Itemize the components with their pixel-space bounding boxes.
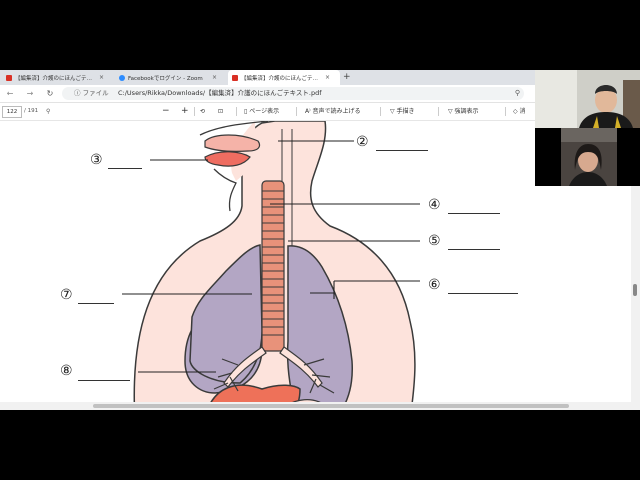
toolbar-divider — [380, 107, 381, 116]
highlight-label: 強調表示 — [454, 108, 479, 115]
participant-2-image — [535, 128, 640, 186]
tab-close-icon[interactable]: × — [212, 74, 217, 81]
draw-label: 手描き — [396, 108, 415, 115]
chin-line — [213, 168, 237, 212]
answer-blank-4 — [448, 213, 500, 214]
answer-blank-5 — [448, 249, 500, 250]
toolbar-divider — [438, 107, 439, 116]
address-bar-row: ← → ↻ ⓘ ファイル C:/Users/Rikka/Downloads/【編… — [0, 85, 535, 103]
pdf-toolbar: 122 / 191 ⚲ − + ⟲ ⊡ ▯ ページ表示 A⁾ 音声で読み上げる … — [0, 103, 535, 121]
zoom-in-button[interactable]: + — [181, 106, 189, 117]
label-2: ② — [356, 134, 369, 150]
page-view-button[interactable]: ▯ ページ表示 — [244, 106, 279, 117]
info-icon[interactable]: ⓘ ファイル — [74, 87, 109, 100]
respiratory-system-illustration — [122, 121, 420, 402]
label-6: ⑥ — [428, 277, 441, 293]
answer-blank-7 — [78, 303, 114, 304]
pdf-icon — [6, 74, 12, 81]
page-view-label: ページ表示 — [249, 108, 280, 115]
zoom-magnifier-icon[interactable]: ⚲ — [515, 87, 520, 100]
tab-title: 【編集済】介護のにほんごテキスト.pdf — [241, 75, 323, 82]
label-3: ③ — [90, 152, 103, 168]
label-7: ⑦ — [60, 287, 73, 303]
browser-tab-zoom[interactable]: Facebookでログイン - Zoom × — [115, 70, 227, 85]
browser-tab-pdf-1[interactable]: 【編集済】介護のにほんごテキスト.pdf × — [2, 70, 114, 85]
draw-button[interactable]: ▽ 手描き — [390, 106, 415, 117]
url-text: C:/Users/Rikka/Downloads/【編集済】介護のにほんごテキス… — [118, 89, 322, 97]
rotate-icon[interactable]: ⊡ — [218, 106, 223, 117]
toolbar-divider — [194, 107, 195, 116]
tab-close-icon[interactable]: × — [99, 74, 104, 81]
pdf-document-page[interactable]: ② ③ ④ ⑤ ⑥ ⑦ ⑧ — [0, 121, 535, 402]
back-arrow-icon[interactable]: ← — [4, 87, 16, 100]
toolbar-divider — [236, 107, 237, 116]
forward-arrow-icon[interactable]: → — [24, 87, 36, 100]
reload-icon[interactable]: ↻ — [44, 87, 56, 100]
address-input[interactable]: ⓘ ファイル C:/Users/Rikka/Downloads/【編集済】介護の… — [62, 87, 524, 100]
screen: 【編集済】介護のにほんごテキスト.pdf × Facebookでログイン - Z… — [0, 70, 640, 410]
answer-blank-3 — [108, 168, 142, 169]
horizontal-scrollbar[interactable] — [0, 402, 631, 410]
fit-page-icon[interactable]: ⟲ — [200, 106, 205, 117]
toolbar-divider — [296, 107, 297, 116]
answer-blank-8 — [78, 380, 130, 381]
tab-close-icon[interactable]: × — [325, 74, 330, 81]
zoom-icon — [119, 74, 125, 81]
scheme-label: ファイル — [82, 89, 109, 97]
pdf-icon — [232, 74, 238, 81]
erase-button[interactable]: ◇ 消 — [513, 106, 526, 117]
participant-video-teacher[interactable] — [535, 70, 640, 128]
vertical-scroll-thumb[interactable] — [633, 284, 637, 296]
browser-tab-strip: 【編集済】介護のにほんごテキスト.pdf × Facebookでログイン - Z… — [0, 70, 535, 85]
horizontal-scroll-thumb[interactable] — [93, 404, 569, 408]
erase-label: 消 — [519, 108, 526, 115]
answer-blank-6 — [448, 293, 518, 294]
zoom-out-button[interactable]: − — [162, 106, 170, 117]
toolbar-divider — [505, 107, 506, 116]
new-tab-button[interactable]: + — [343, 70, 351, 85]
label-8: ⑧ — [60, 363, 73, 379]
read-aloud-label: 音声で読み上げる — [312, 108, 361, 115]
search-icon[interactable]: ⚲ — [46, 106, 50, 117]
page-total: / 191 — [24, 108, 39, 114]
tab-title: Facebookでログイン - Zoom — [128, 75, 203, 82]
read-aloud-button[interactable]: A⁾ 音声で読み上げる — [305, 106, 361, 117]
participant-video-student[interactable] — [535, 128, 640, 186]
participant-1-image — [535, 70, 640, 128]
browser-tab-pdf-active[interactable]: 【編集済】介護のにほんごテキスト.pdf × — [228, 70, 340, 85]
highlight-button[interactable]: ▽ 強調表示 — [448, 106, 479, 117]
tab-title: 【編集済】介護のにほんごテキスト.pdf — [15, 75, 97, 82]
label-4: ④ — [428, 197, 441, 213]
label-5: ⑤ — [428, 233, 441, 249]
answer-blank-2 — [376, 150, 428, 151]
page-number-input[interactable]: 122 — [2, 106, 22, 118]
